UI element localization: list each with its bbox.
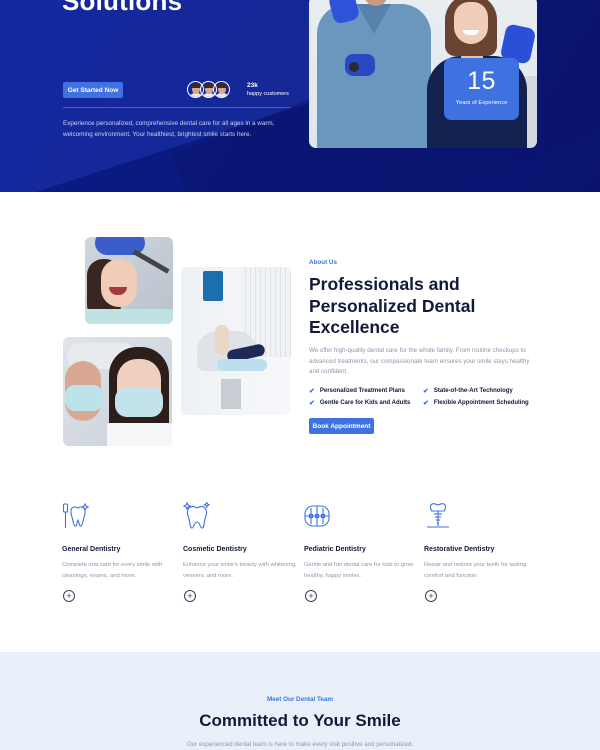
hero-title: Solutions [62, 0, 183, 16]
feature-item: ✔ Personalized Treatment Plans [309, 387, 405, 395]
customers-label: happy customers [247, 91, 289, 97]
check-icon: ✔ [309, 400, 315, 407]
feature-item: ✔ State-of-the-Art Technology [423, 387, 513, 395]
feature-label: Personalized Treatment Plans [319, 388, 405, 394]
dental-implant-icon [427, 503, 449, 528]
sparkling-tooth-icon [183, 502, 211, 529]
experience-number: 15 [467, 67, 496, 95]
check-icon: ✔ [423, 400, 429, 407]
feature-label: Gentle Care for Kids and Adults [319, 400, 411, 406]
hero-section: Solutions Get Started Now 23k happy cust… [0, 0, 600, 192]
service-title: Pediatric Dentistry [304, 546, 366, 553]
about-title: Professionals and Personalized Dental Ex… [309, 274, 476, 337]
experience-badge: 15 Years of Experience [444, 58, 519, 120]
customer-avatars [187, 81, 230, 98]
about-tag: About Us [309, 259, 337, 266]
toothbrush-tooth-icon [62, 502, 90, 528]
divider [63, 107, 291, 108]
feature-label: State-of-the-Art Technology [433, 388, 513, 394]
feature-item: ✔ Gentle Care for Kids and Adults [309, 399, 410, 407]
hero-description: Experience personalized, comprehensive d… [63, 120, 275, 138]
service-description: Gentle and fun dental care for kids to g… [304, 562, 414, 579]
service-title: Cosmetic Dentistry [183, 546, 247, 553]
team-title: Committed to Your Smile [199, 711, 401, 730]
dental-chair-photo [181, 267, 291, 415]
service-description: Repair and restore your teeth for lastin… [424, 562, 527, 579]
service-title: Restorative Dentistry [424, 546, 495, 553]
check-icon: ✔ [423, 388, 429, 395]
service-expand-button[interactable]: + [305, 590, 317, 602]
get-started-button[interactable]: Get Started Now [63, 82, 123, 98]
avatar [213, 81, 230, 98]
service-description: Complete oral care for every smile with … [62, 562, 163, 579]
service-expand-button[interactable]: + [425, 590, 437, 602]
service-expand-button[interactable]: + [63, 590, 75, 602]
feature-label: Flexible Appointment Scheduling [433, 400, 529, 406]
experience-label: Years of Experience [455, 100, 508, 106]
braces-teeth-icon [304, 505, 330, 527]
team-tag: Meet Our Dental Team [266, 696, 333, 703]
service-description: Enhance your smile's beauty with whiteni… [183, 562, 297, 579]
patient-smiling-photo [85, 237, 173, 324]
about-description: We offer high-quality dental care for th… [309, 347, 530, 375]
dentists-masks-photo [63, 337, 172, 446]
book-appointment-button[interactable]: Book Appointment [309, 418, 374, 434]
feature-item: ✔ Flexible Appointment Scheduling [423, 399, 529, 407]
check-icon: ✔ [309, 388, 315, 395]
service-expand-button[interactable]: + [184, 590, 196, 602]
team-description: Our experienced dental team is here to m… [186, 741, 414, 748]
customers-count: 23k [247, 82, 258, 89]
service-title: General Dentistry [62, 546, 121, 553]
